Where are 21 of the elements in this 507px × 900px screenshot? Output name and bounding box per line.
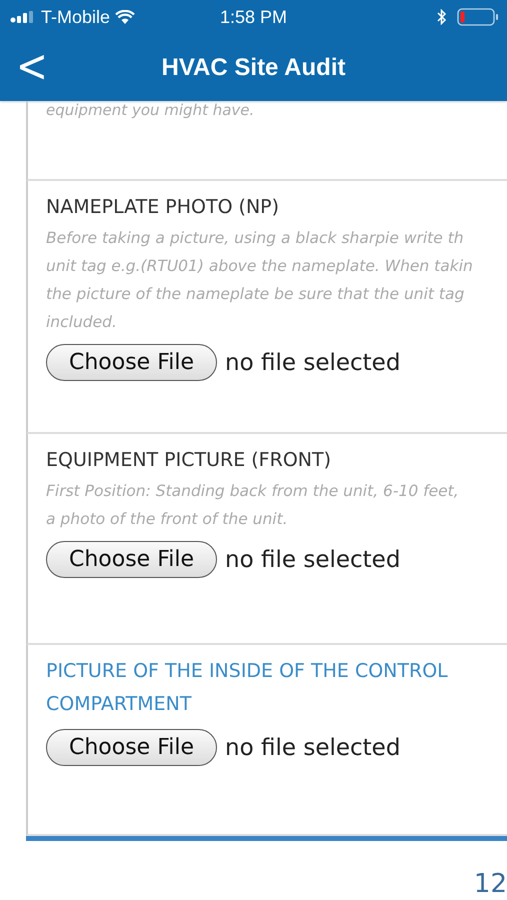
description-text: Before taking a picture, using a black sharpie write th unit tag e.g.(RTU01) above the nameplate. When takin the picture of the nameplate be sure that the unit tag included. xyxy=(46,228,474,333)
page-title: HVAC Site Audit xyxy=(162,54,346,82)
file-status: no file selected xyxy=(225,546,400,572)
section-title: PICTURE OF THE INSIDE OF THE CONTROL COMPARTMENT xyxy=(46,659,449,717)
section-title: EQUIPMENT PICTURE (FRONT) xyxy=(46,448,332,473)
choose-file-button[interactable]: Choose File xyxy=(46,729,218,766)
bluetooth-icon xyxy=(437,9,447,25)
description-text: First Position: Standing back from the unit, 6-10 feet, a photo of the front of the unit. xyxy=(46,481,460,530)
wifi-icon xyxy=(115,10,136,24)
file-status: no file selected xyxy=(225,734,400,760)
page-number: 12 xyxy=(474,869,507,899)
choose-file-button[interactable]: Choose File xyxy=(46,541,218,578)
signal-icon xyxy=(10,11,36,23)
back-button[interactable]: < xyxy=(10,42,54,90)
battery-icon xyxy=(457,8,499,26)
carrier-name: T-Mobile xyxy=(41,6,110,28)
description-text: equipment you might have. xyxy=(46,101,256,119)
choose-file-button[interactable]: Choose File xyxy=(46,344,218,381)
section-title: NAMEPLATE PHOTO (NP) xyxy=(46,195,280,220)
status-time: 1:58 PM xyxy=(220,6,288,28)
file-status: no file selected xyxy=(225,350,400,376)
